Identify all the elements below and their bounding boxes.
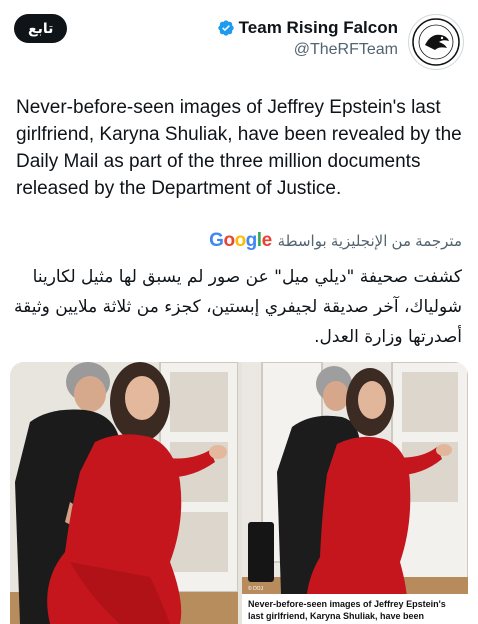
account-handle[interactable]: @TheRFTeam [217,41,398,59]
translation-label: مترجمة من الإنجليزية بواسطة [277,233,462,250]
author-info[interactable]: Team Rising Falcon @TheRFTeam [217,18,398,59]
photo-right[interactable]: © DOJ Never-before-seen images of Jeffre… [242,362,468,624]
dancing-couple-photo [242,362,468,624]
display-name[interactable]: Team Rising Falcon [239,18,398,38]
translation-attribution[interactable]: مترجمة من الإنجليزية بواسطة Google [209,230,462,252]
dancing-couple-photo [10,362,238,624]
photo-credit: © DOJ [248,586,264,592]
photo-caption: Never-before-seen images of Jeffrey Epst… [242,594,468,624]
follow-button[interactable]: تابع [14,14,68,43]
falcon-logo-icon [412,18,460,66]
verified-badge-icon [217,20,234,36]
translated-text: كشفت صحيفة "ديلي ميل" عن صور لم يسبق لها… [14,267,462,347]
tweet-text: Never-before-seen images of Jeffrey Epst… [16,97,462,199]
google-logo: Google [209,230,272,251]
photo-left[interactable] [10,362,238,624]
tweet-header: تابع Team Rising Falcon @TheRFTeam [0,0,478,80]
tweet-media[interactable]: © DOJ Never-before-seen images of Jeffre… [10,362,468,624]
avatar[interactable] [408,14,464,70]
